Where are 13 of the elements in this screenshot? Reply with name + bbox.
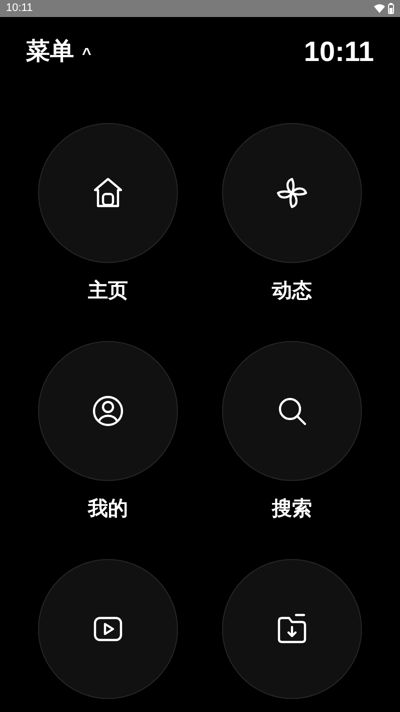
menu-label: 主页: [88, 279, 128, 303]
status-time: 10:11: [6, 1, 33, 16]
battery-icon: [388, 3, 394, 14]
clock: 10:11: [304, 35, 374, 69]
menu-label: 动态: [272, 279, 312, 303]
pinwheel-icon: [274, 175, 310, 211]
wifi-icon: [374, 4, 385, 13]
menu-title: 菜单: [26, 37, 74, 67]
menu-label: 我的: [88, 497, 128, 521]
user-icon: [90, 393, 126, 429]
menu-title-button[interactable]: 菜单 ^: [26, 34, 92, 70]
caret-icon: ^: [82, 41, 92, 63]
menu-label: 搜索: [272, 497, 312, 521]
